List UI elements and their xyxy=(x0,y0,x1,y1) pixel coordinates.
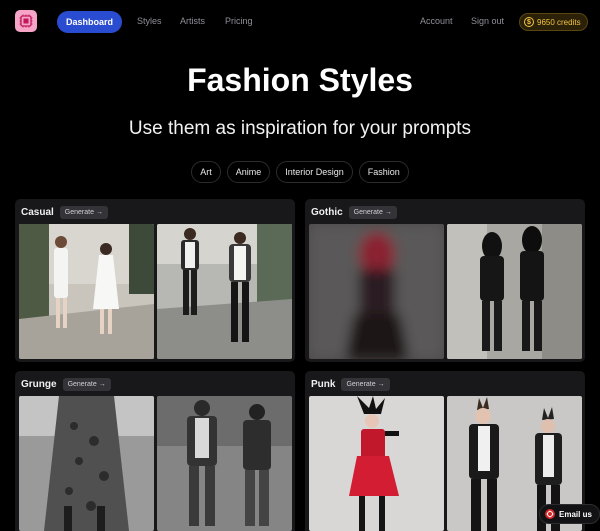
style-card-title: Gothic xyxy=(311,207,343,218)
arrow-right-icon: → xyxy=(98,381,106,388)
nav-signout-link[interactable]: Sign out xyxy=(471,16,504,26)
email-us-label: Email us xyxy=(559,509,592,519)
generate-label: Generate xyxy=(67,381,97,388)
style-image-grunge-2[interactable] xyxy=(157,396,292,531)
style-image-gothic-2[interactable] xyxy=(447,224,582,359)
page-subtitle: Use them as inspiration for your prompts xyxy=(128,118,472,139)
app-logo-icon[interactable] xyxy=(15,10,37,32)
coin-icon: $ xyxy=(524,17,534,27)
style-image-casual-2[interactable] xyxy=(157,224,292,359)
style-image-casual-1[interactable] xyxy=(19,224,154,359)
style-image-gothic-1[interactable] xyxy=(309,224,444,359)
chip-interior-design[interactable]: Interior Design xyxy=(276,161,353,183)
style-card-casual: Casual Generate → xyxy=(15,199,295,362)
generate-label: Generate xyxy=(346,381,376,388)
generate-button[interactable]: Generate → xyxy=(341,378,390,391)
nav-dashboard-button[interactable]: Dashboard xyxy=(57,11,123,33)
style-card-title: Punk xyxy=(311,379,336,390)
style-card-title: Grunge xyxy=(21,379,57,390)
credits-badge[interactable]: $ 9650 credits xyxy=(519,13,588,31)
generate-button[interactable]: Generate → xyxy=(62,378,111,391)
page-title: Fashion Styles xyxy=(187,62,413,98)
chip-art[interactable]: Art xyxy=(191,161,221,183)
nav-artists-link[interactable]: Artists xyxy=(180,16,205,26)
nav-pricing-link[interactable]: Pricing xyxy=(225,16,253,26)
top-nav: Dashboard Styles Artists Pricing Account… xyxy=(0,0,600,44)
credits-label: 9650 credits xyxy=(537,17,581,27)
style-card-grunge: Grunge Generate → xyxy=(15,371,295,531)
arrow-right-icon: → xyxy=(95,209,103,216)
nav-styles-link[interactable]: Styles xyxy=(137,16,162,26)
style-image-punk-1[interactable] xyxy=(309,396,444,531)
email-us-button[interactable]: Email us xyxy=(539,504,600,524)
generate-button[interactable]: Generate → xyxy=(59,206,108,219)
arrow-right-icon: → xyxy=(384,209,392,216)
arrow-right-icon: → xyxy=(377,381,385,388)
email-icon xyxy=(545,509,555,519)
generate-button[interactable]: Generate → xyxy=(348,206,397,219)
style-card-title: Casual xyxy=(21,207,54,218)
generate-label: Generate xyxy=(64,209,94,216)
style-card-gothic: Gothic Generate → xyxy=(305,199,585,362)
nav-account-link[interactable]: Account xyxy=(420,16,453,26)
category-chips: Art Anime Interior Design Fashion xyxy=(0,161,600,183)
chip-anime[interactable]: Anime xyxy=(226,161,271,183)
chip-fashion[interactable]: Fashion xyxy=(358,161,409,183)
generate-label: Generate xyxy=(353,209,383,216)
style-image-grunge-1[interactable] xyxy=(19,396,154,531)
